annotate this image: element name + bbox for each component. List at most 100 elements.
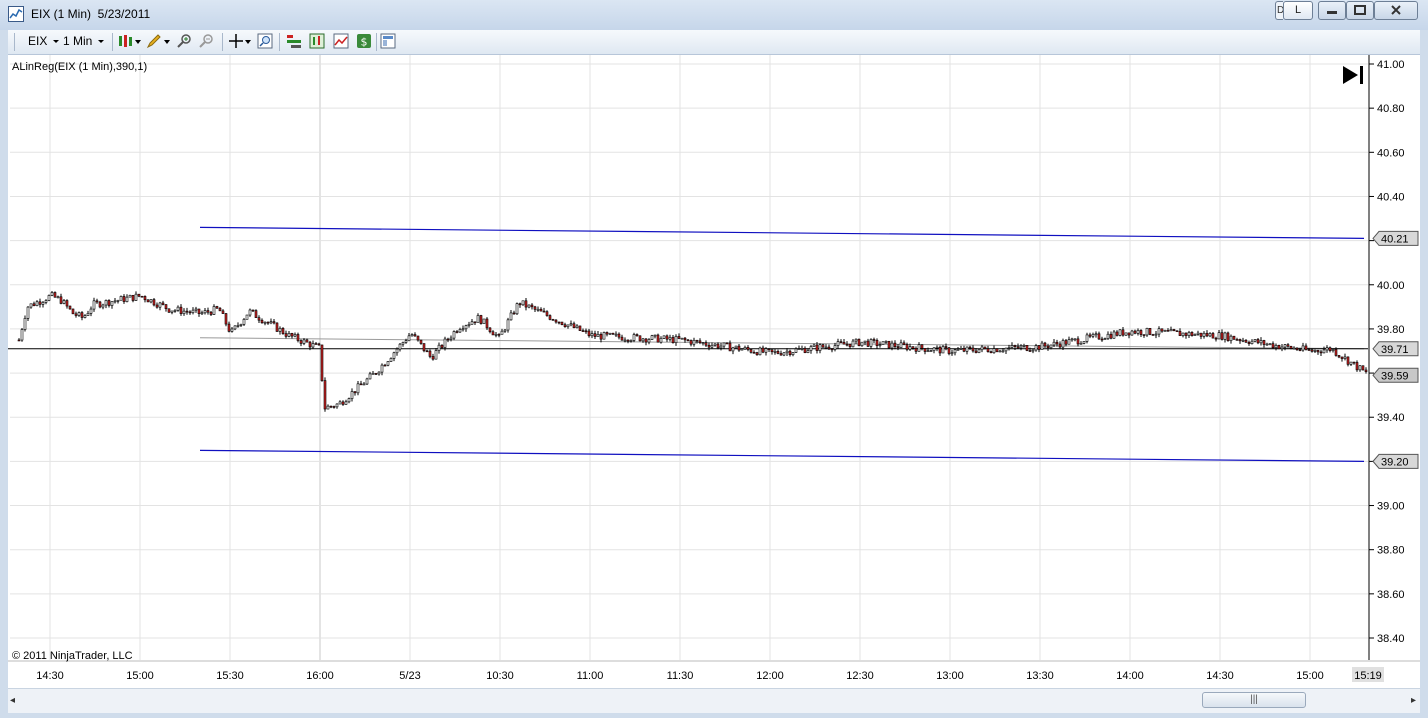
price-bar (44, 299, 48, 305)
interval-selector[interactable]: 1 Min (63, 34, 106, 48)
close-button[interactable] (1374, 1, 1418, 20)
price-bar-body (1331, 349, 1335, 351)
price-bar (356, 381, 360, 396)
price-bar (1187, 330, 1191, 339)
price-bar (26, 306, 30, 321)
price-bar (704, 340, 708, 348)
price-bar-body (1133, 330, 1137, 334)
y-tick-label: 39.00 (1377, 501, 1405, 513)
chevron-down-icon[interactable] (164, 40, 170, 45)
price-bar (701, 342, 705, 346)
price-bar (1268, 343, 1272, 346)
price-bar (512, 310, 516, 315)
price-marker-label: 39.20 (1381, 456, 1409, 468)
scroll-right-arrow[interactable]: ▸ (1411, 695, 1416, 706)
link-button[interactable]: L (1283, 1, 1313, 20)
price-bar-body (1319, 351, 1323, 354)
price-bar-body (1334, 349, 1338, 356)
price-bar-body (755, 352, 759, 356)
candlestick-style-icon[interactable] (118, 33, 134, 49)
price-bar-body (434, 350, 438, 360)
x-tick-label: 10:30 (486, 670, 514, 682)
scroll-to-end-icon[interactable] (1343, 66, 1363, 84)
horizontal-scrollbar[interactable]: ◂ ||| ▸ (8, 688, 1420, 713)
price-bar (80, 311, 84, 321)
maximize-button[interactable] (1346, 1, 1374, 20)
price-bar (236, 322, 240, 328)
chart-properties-icon[interactable] (333, 33, 349, 49)
price-bar-body (98, 301, 102, 308)
price-bar (698, 338, 702, 345)
price-bar (293, 332, 297, 338)
minimize-button[interactable] (1318, 1, 1346, 20)
price-bar (431, 353, 435, 361)
price-bar-body (302, 339, 306, 344)
price-bar-body (1268, 343, 1272, 345)
price-bar (875, 338, 879, 349)
price-bar-body (1193, 334, 1197, 336)
price-bar (155, 302, 159, 309)
price-bar-body (71, 308, 75, 315)
price-bar-body (503, 329, 507, 332)
price-bar-body (761, 347, 765, 353)
price-bar-body (677, 336, 681, 339)
price-chart[interactable]: 41.0040.8040.6040.4040.2040.0039.8039.60… (8, 55, 1420, 688)
price-bar (1076, 336, 1080, 347)
price-bar-body (797, 348, 801, 350)
templates-icon[interactable] (380, 33, 396, 49)
strategies-icon[interactable] (309, 33, 325, 49)
chart-panel[interactable]: 41.0040.8040.6040.4040.2040.0039.8039.60… (8, 55, 1420, 688)
instrument-selector[interactable]: EIX (28, 34, 61, 48)
price-bar (830, 348, 834, 353)
scrollbar-thumb[interactable]: ||| (1202, 692, 1306, 708)
price-bar (1103, 337, 1107, 340)
price-bar (149, 299, 153, 304)
price-bar-body (479, 315, 483, 324)
price-bar-body (560, 321, 564, 326)
price-bar-body (1292, 347, 1296, 350)
price-bar-body (1361, 365, 1365, 371)
price-bar (518, 302, 522, 308)
price-bar-body (152, 299, 156, 306)
zoom-out-icon[interactable] (198, 33, 214, 49)
price-bar-body (719, 345, 723, 349)
price-bar-body (476, 315, 480, 323)
price-bar (971, 345, 975, 353)
price-bar (1214, 336, 1218, 342)
price-bar (332, 405, 336, 409)
restore-icon (1354, 5, 1366, 15)
dollar-icon[interactable]: $ (356, 33, 372, 49)
price-bar-body (1202, 332, 1206, 337)
scroll-left-arrow[interactable]: ◂ (10, 695, 15, 706)
indicators-icon[interactable] (286, 33, 302, 49)
price-bar-body (542, 310, 546, 313)
magnifier-icon[interactable] (257, 33, 273, 49)
price-bar (608, 332, 612, 335)
price-bar-body (800, 348, 804, 350)
price-bar-body (410, 334, 414, 337)
drawing-pencil-icon[interactable] (146, 33, 162, 49)
zoom-in-icon[interactable] (176, 33, 192, 49)
price-bar (401, 341, 405, 347)
price-bar (605, 331, 609, 337)
price-bar-body (998, 350, 1002, 353)
price-bar-body (734, 345, 738, 349)
price-bar (950, 349, 954, 356)
price-bar-body (119, 296, 123, 301)
partial-button[interactable]: D (1275, 1, 1284, 20)
close-icon (1391, 5, 1401, 15)
price-bar-body (233, 325, 237, 330)
price-bar (347, 397, 351, 404)
price-bar (620, 334, 624, 341)
price-bar-body (125, 296, 129, 302)
price-bar-body (380, 364, 384, 373)
chevron-down-icon[interactable] (135, 40, 141, 45)
crosshair-icon[interactable] (228, 33, 244, 49)
price-bar-body (857, 338, 861, 347)
price-bar (665, 334, 669, 342)
price-bar (272, 318, 276, 325)
window-controls: D L (1271, 1, 1421, 21)
title-bar[interactable]: EIX (1 Min) 5/23/2011 D L (0, 0, 1428, 30)
price-bar-body (497, 333, 501, 336)
chevron-down-icon[interactable] (245, 40, 251, 45)
